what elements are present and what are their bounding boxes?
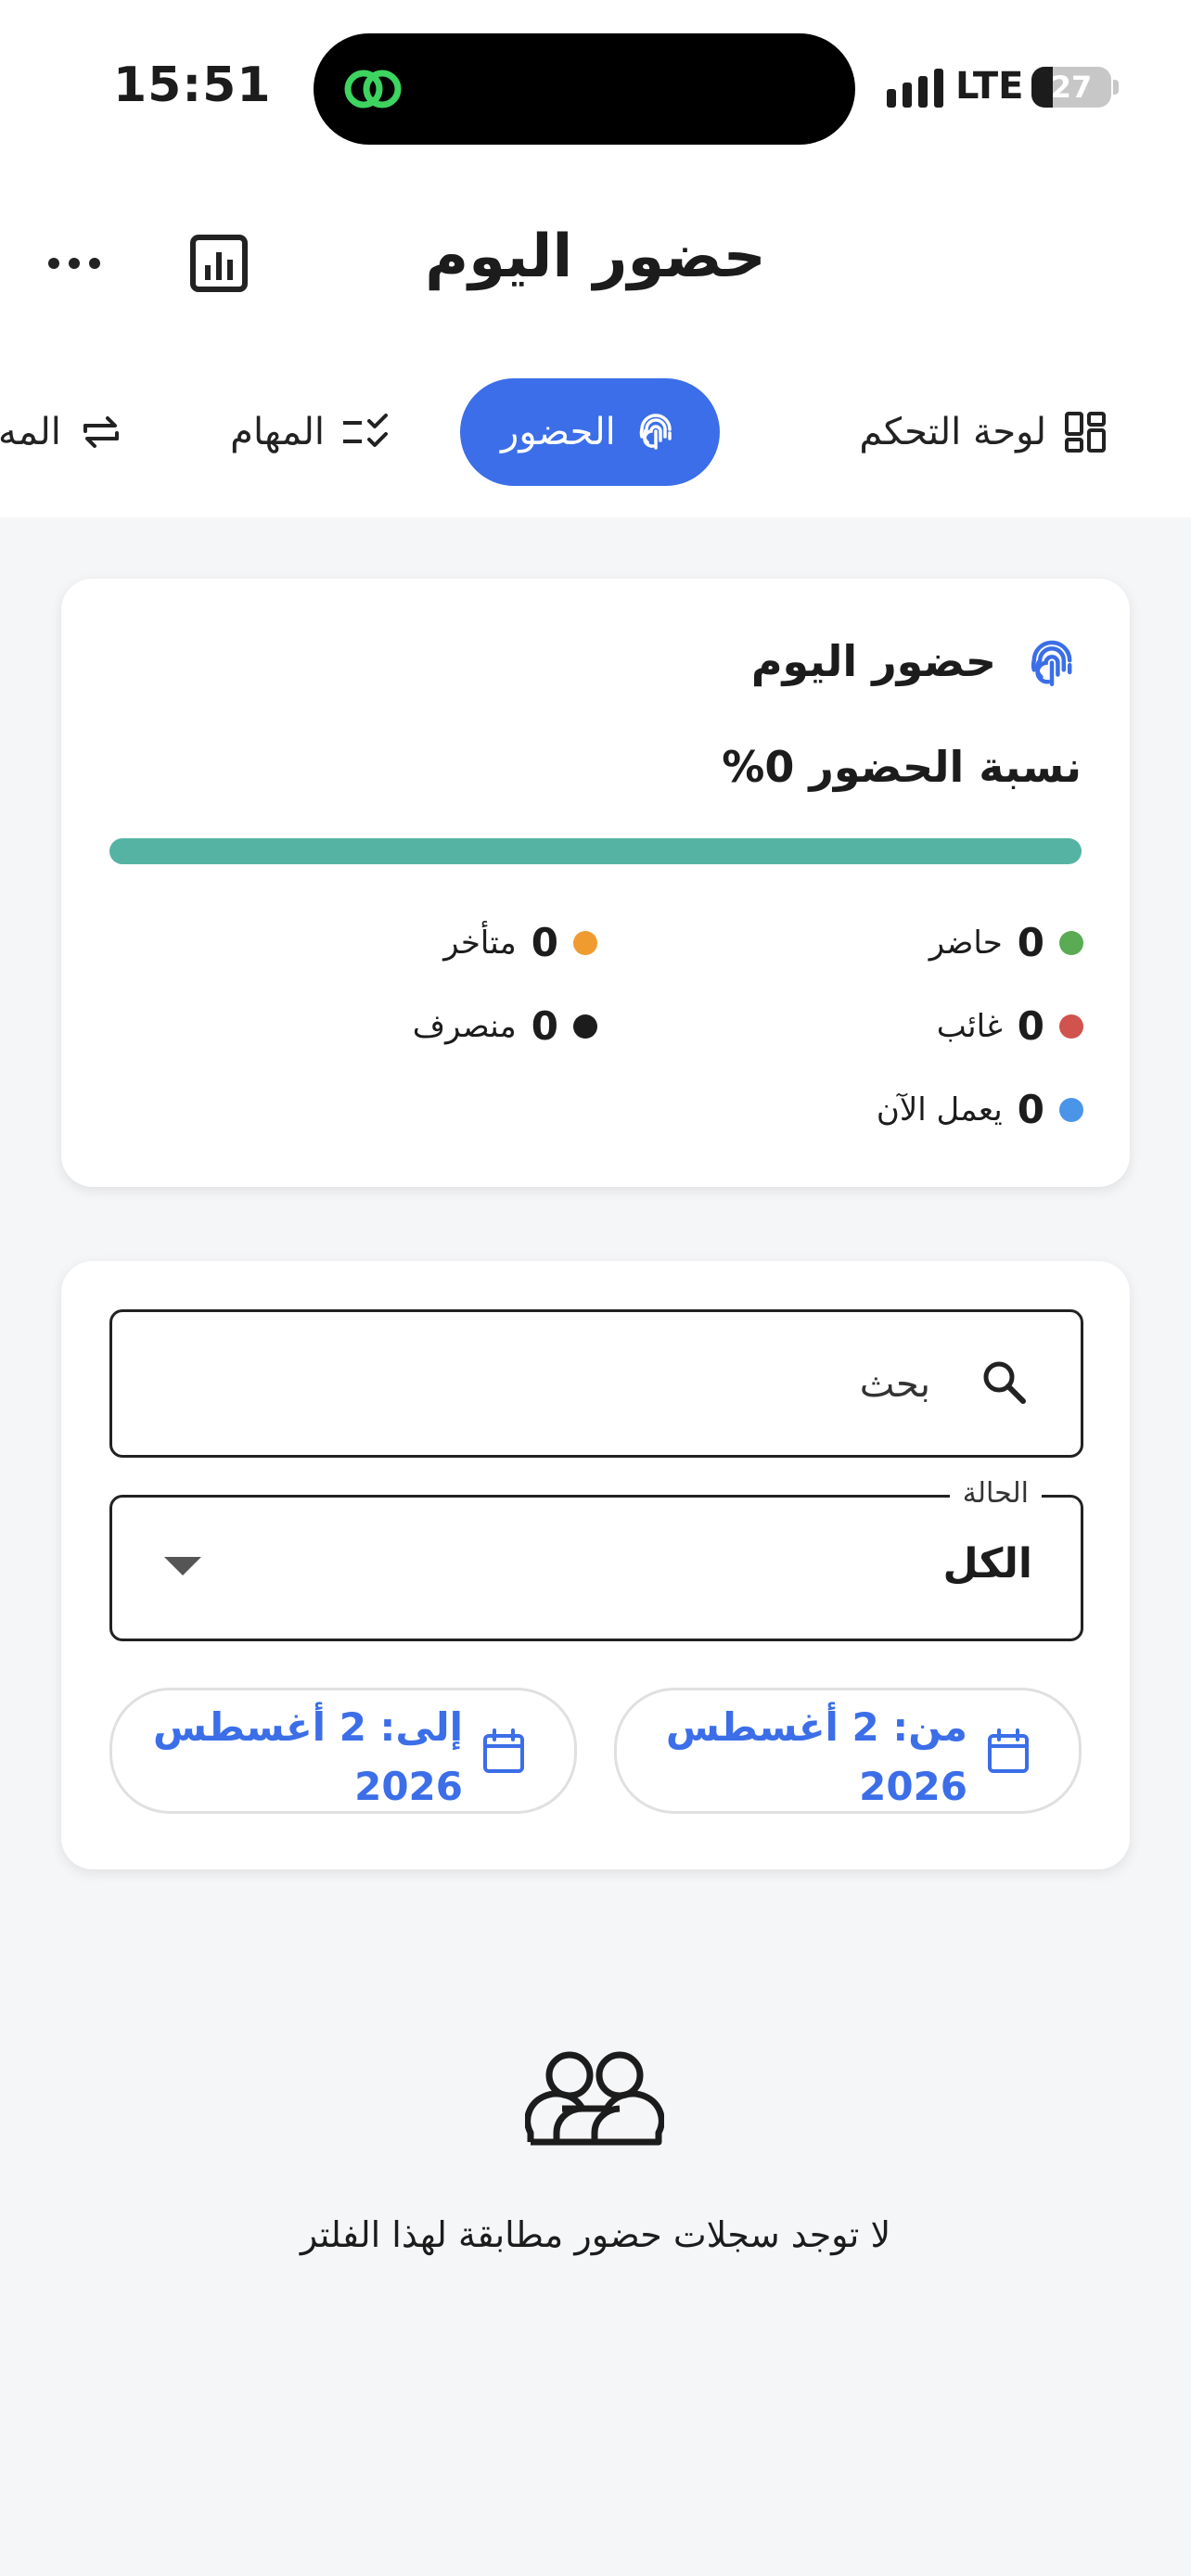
- fingerprint-icon: [639, 414, 672, 450]
- attendance-progress-bar: [109, 838, 1082, 864]
- stat-late: 0 متأخر: [443, 920, 597, 965]
- top-header: 15:51 LTE 27 حضور اليوم لوحة التحكم الحض…: [0, 0, 1191, 517]
- to-date-text: إلى: 2 أغسطس 2026: [152, 1704, 463, 1809]
- stat-present: 0 حاضر: [929, 920, 1083, 965]
- app-link-icon: [344, 70, 402, 108]
- stat-label: غائب: [936, 1007, 1003, 1045]
- calendar-icon: [988, 1728, 1029, 1773]
- network-type: LTE: [955, 65, 1024, 108]
- calendar-icon: [483, 1728, 524, 1773]
- filters-card: الحالة الكل من: 2 أغسطس 2026 إلى: 2 أغسط…: [61, 1261, 1130, 1869]
- stat-label: حاضر: [928, 924, 1003, 962]
- status-dot: [573, 1014, 597, 1039]
- from-date-button[interactable]: من: 2 أغسطس 2026: [614, 1688, 1082, 1814]
- page-title: حضور اليوم: [425, 223, 766, 291]
- tab-label: الحضور: [501, 411, 616, 453]
- stat-working-now: 0 يعمل الآن: [877, 1087, 1083, 1132]
- status-select-label: الحالة: [949, 1477, 1042, 1510]
- search-icon: [983, 1361, 1026, 1404]
- stat-label: متأخر: [443, 924, 517, 962]
- checklist-icon: [343, 414, 388, 447]
- battery-icon: 27: [1031, 67, 1111, 108]
- stat-left: 0 منصرف: [413, 1003, 597, 1049]
- stat-value: 0: [531, 1003, 558, 1049]
- battery-tip: [1113, 80, 1119, 95]
- bar-chart-icon[interactable]: [182, 226, 256, 300]
- card-title: حضور اليوم: [750, 636, 996, 686]
- signal-icon: [887, 69, 943, 108]
- from-date-text: من: 2 أغسطس 2026: [665, 1704, 967, 1809]
- stat-value: 0: [531, 920, 558, 965]
- status-dot: [1059, 930, 1083, 955]
- empty-state-message: لا توجد سجلات حضور مطابقة لهذا الفلتر: [300, 2214, 891, 2255]
- more-horizontal-icon[interactable]: [37, 226, 111, 300]
- stat-label: يعمل الآن: [876, 1090, 1003, 1129]
- people-icon: [525, 2051, 664, 2146]
- search-input[interactable]: [186, 1349, 932, 1420]
- tab-label: المهام: [230, 411, 325, 453]
- swap-icon: [83, 416, 119, 448]
- stat-absent: 0 غائب: [937, 1003, 1083, 1049]
- status-time: 15:51: [113, 57, 272, 113]
- stat-value: 0: [1017, 1003, 1044, 1049]
- stat-value: 0: [1017, 920, 1044, 965]
- fingerprint-icon: [1031, 640, 1072, 686]
- search-field[interactable]: [109, 1309, 1083, 1458]
- dropdown-caret-icon: [164, 1557, 201, 1575]
- tab-attendance[interactable]: الحضور: [460, 378, 720, 486]
- status-dot: [1059, 1014, 1083, 1039]
- stat-value: 0: [1017, 1087, 1044, 1132]
- today-attendance-card: حضور اليوم نسبة الحضور 0% 0 حاضر 0 متأخر…: [61, 579, 1130, 1187]
- tab-label: المه: [0, 411, 61, 453]
- status-select-value: الكل: [942, 1540, 1032, 1588]
- attendance-rate: نسبة الحضور 0%: [722, 742, 1082, 792]
- tab-swap[interactable]: المه: [0, 378, 124, 486]
- tab-label: لوحة التحكم: [859, 411, 1046, 453]
- status-dot: [1059, 1097, 1083, 1122]
- tab-tasks[interactable]: المهام: [230, 378, 390, 486]
- dashboard-icon: [1065, 412, 1106, 453]
- battery-percentage: 27: [1050, 70, 1093, 105]
- status-select[interactable]: الحالة الكل: [109, 1477, 1083, 1641]
- stat-label: منصرف: [412, 1007, 517, 1045]
- to-date-button[interactable]: إلى: 2 أغسطس 2026: [109, 1688, 577, 1814]
- status-dot: [573, 930, 597, 955]
- tab-dashboard[interactable]: لوحة التحكم: [859, 378, 1108, 486]
